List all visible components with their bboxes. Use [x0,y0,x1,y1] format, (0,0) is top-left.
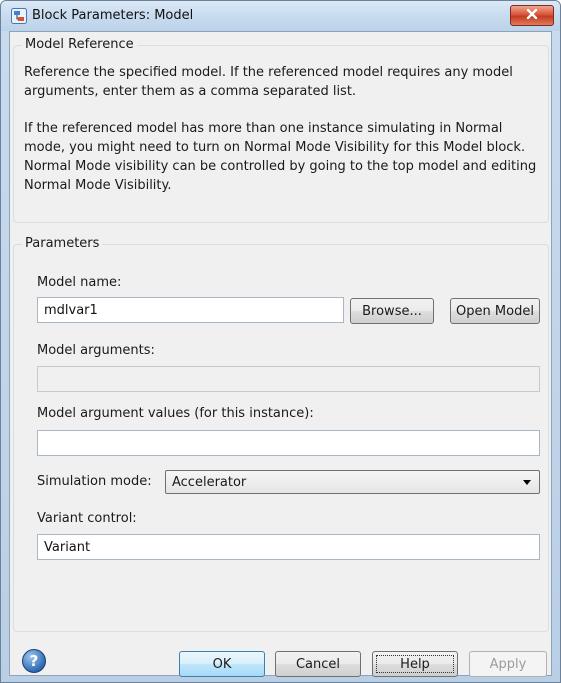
title-bar[interactable]: Block Parameters: Model [1,1,560,31]
variant-control-label: Variant control: [37,511,137,526]
open-model-button[interactable]: Open Model [450,298,540,324]
help-button[interactable]: Help [372,651,458,677]
window-title: Block Parameters: Model [32,8,194,23]
model-reference-group: Model Reference Reference the specified … [13,37,549,223]
ok-button[interactable]: OK [179,651,265,677]
simulink-block-icon [11,8,27,24]
model-reference-group-label: Model Reference [22,37,137,52]
simulation-mode-label: Simulation mode: [37,474,152,489]
dialog-client-area: Model Reference Reference the specified … [9,31,552,677]
cancel-button[interactable]: Cancel [275,651,361,677]
model-arguments-label: Model arguments: [37,343,155,358]
close-icon [526,8,538,23]
model-reference-description: Reference the specified model. If the re… [24,65,513,99]
model-name-label: Model name: [37,275,122,290]
simulation-mode-select[interactable]: Accelerator [165,470,540,494]
model-argument-values-label: Model argument values (for this instance… [37,406,314,421]
chevron-down-icon [523,480,531,485]
help-circle-icon[interactable]: ? [22,649,46,673]
apply-button[interactable]: Apply [469,651,547,677]
model-name-input[interactable] [37,297,344,323]
model-arguments-input [37,366,540,392]
close-button[interactable] [510,5,554,26]
simulation-mode-value: Accelerator [172,474,247,490]
browse-button[interactable]: Browse... [350,298,434,324]
model-argument-values-input[interactable] [37,430,540,456]
dialog-window: Block Parameters: Model Model Reference … [0,0,561,683]
parameters-group-label: Parameters [22,236,103,251]
variant-control-input[interactable] [37,534,540,560]
normal-mode-description: If the referenced model has more than on… [24,121,537,193]
